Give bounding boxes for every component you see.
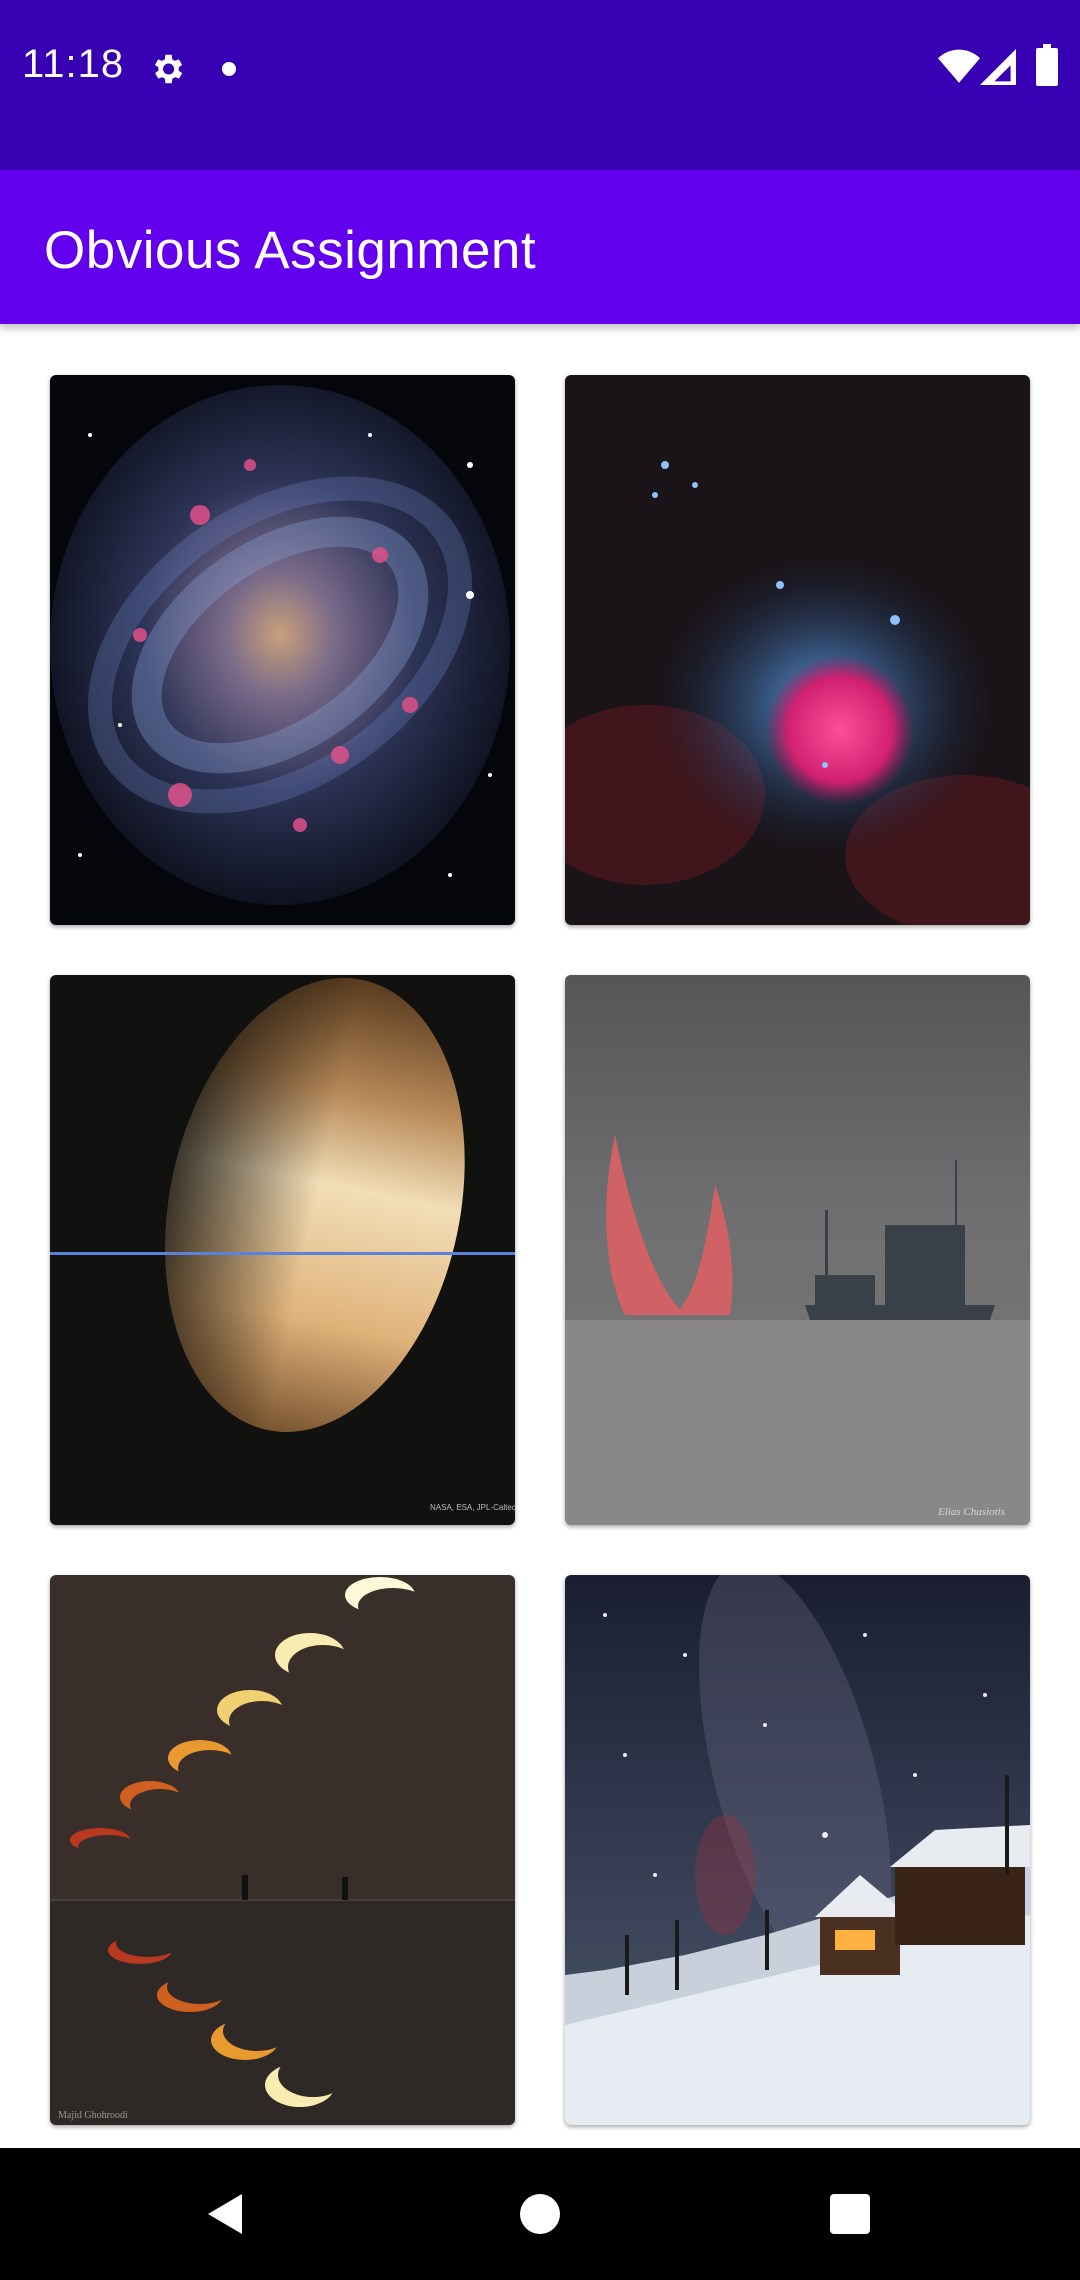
gear-icon [154,54,183,84]
battery-icon [1036,44,1058,86]
image-card-trifid-nebula[interactable] [565,375,1030,925]
status-time: 11:18 [22,42,125,86]
page-title: Obvious Assignment [44,221,537,280]
spiral-galaxy-image [50,375,515,925]
app-bar: Obvious Assignment [0,170,1080,324]
wifi-icon [938,49,980,83]
home-icon[interactable] [504,2178,576,2250]
horned-sunrise-image: Elias Chasiotis [565,975,1030,1525]
sunrise-credit: Elias Chasiotis [937,1506,1005,1518]
notification-dot-icon [222,62,236,76]
image-card-spiral-galaxy[interactable] [50,375,515,925]
image-card-saturn[interactable]: NASA, ESA, JPL-Caltech, SSI, Cassini / P… [50,975,515,1525]
back-icon[interactable] [190,2178,262,2250]
image-card-eclipse-sequence[interactable]: Majid Ghohroodi [50,1575,515,2125]
status-bar: 11:18 [0,0,1080,170]
eclipse-sequence-image: Majid Ghohroodi [50,1575,515,2125]
signal-icon [980,49,1016,85]
saturn-credit: NASA, ESA, JPL-Caltech, SSI, Cassini / P… [430,1503,515,1512]
milky-way-cabin-image [565,1575,1030,2125]
image-card-milky-way-cabin[interactable] [565,1575,1030,2125]
recents-icon[interactable] [814,2178,886,2250]
trifid-nebula-image [565,375,1030,925]
saturn-image: NASA, ESA, JPL-Caltech, SSI, Cassini / P… [50,975,515,1525]
eclipse-credit: Majid Ghohroodi [58,2110,128,2121]
image-grid[interactable]: NASA, ESA, JPL-Caltech, SSI, Cassini / P… [0,324,1080,2148]
navigation-bar [0,2148,1080,2280]
image-card-horned-sunrise[interactable]: Elias Chasiotis [565,975,1030,1525]
